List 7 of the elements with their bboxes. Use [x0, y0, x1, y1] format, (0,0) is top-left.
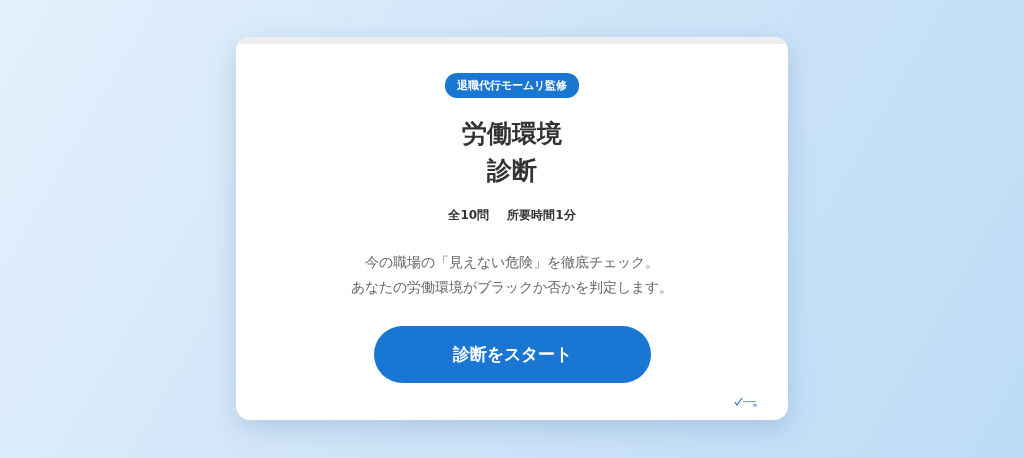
quiz-info: 所要時間1分: [507, 207, 576, 224]
quiz-info: 全10問: [448, 207, 490, 224]
supervisor-badge: 退職代行モームリ監修: [445, 73, 579, 98]
start-button[interactable]: 診断をスタート: [373, 326, 651, 383]
logo-icon: [734, 397, 758, 407]
description: 今の職場の「見えない危険」を徹底チェック。 あなたの労働環境がブラックか否かを判定します。: [351, 253, 673, 297]
diagnosis-title: 労働環境 診断: [462, 118, 562, 187]
